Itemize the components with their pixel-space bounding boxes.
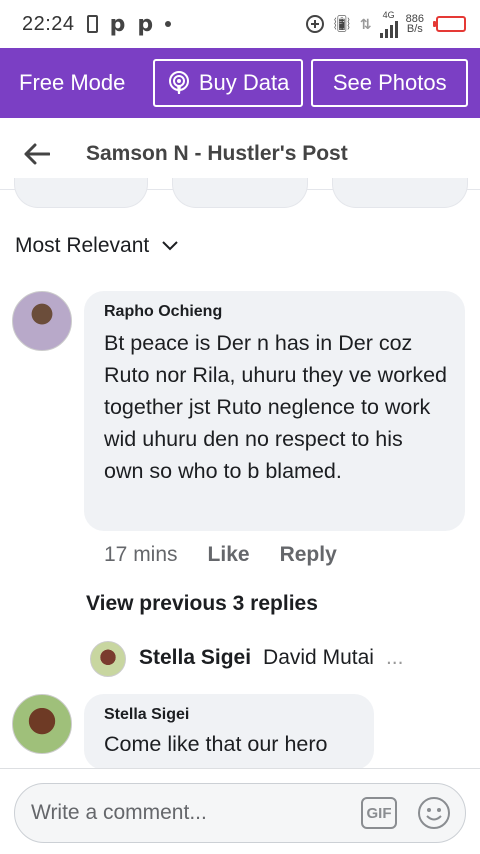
avatar[interactable] xyxy=(12,694,72,754)
status-system-icons: 📳︎ ⇅ 4G 886 B/s xyxy=(305,10,466,38)
signal-icon xyxy=(379,20,398,38)
status-time: 22:24 xyxy=(22,12,75,35)
gif-button[interactable]: GIF xyxy=(361,797,397,829)
comment-composer-bar: GIF xyxy=(0,768,480,854)
comment-text: Come like that our hero xyxy=(104,732,328,756)
status-notification-icons: p p xyxy=(86,11,172,37)
battery-low-icon xyxy=(433,16,466,32)
network-type-label: 4G xyxy=(382,10,395,20)
see-photos-label: See Photos xyxy=(332,70,447,95)
broadcast-icon xyxy=(168,71,189,94)
reply-author: Stella Sigei xyxy=(139,646,252,669)
more-notifications-dot-icon xyxy=(165,21,172,27)
back-button[interactable] xyxy=(22,139,52,169)
comment-bubble[interactable]: Stella Sigei Come like that our hero xyxy=(84,694,374,770)
reply-button[interactable]: Reply xyxy=(280,543,337,567)
net-speed: 886 B/s xyxy=(406,14,424,35)
net-speed-unit: B/s xyxy=(406,23,423,35)
comment-author[interactable]: Rapho Ochieng xyxy=(104,303,447,321)
sort-selector[interactable]: Most Relevant xyxy=(15,234,179,258)
network-type: 4G xyxy=(379,10,398,38)
like-button[interactable]: Like xyxy=(208,543,250,567)
comment-input[interactable] xyxy=(31,801,361,825)
gif-label: GIF xyxy=(366,804,392,822)
data-saver-icon xyxy=(305,15,324,33)
app-p-icon: p xyxy=(137,11,154,37)
comment-actions: 17 mins Like Reply xyxy=(104,543,337,567)
reply-preview[interactable]: Stella Sigei David Mutai ... xyxy=(139,646,403,670)
share-post-button[interactable] xyxy=(332,178,468,208)
comment-text: Bt peace is Der n has in Der coz Ruto no… xyxy=(104,331,447,483)
view-previous-replies-link[interactable]: View previous 3 replies xyxy=(86,592,318,616)
reply-snippet: David Mutai xyxy=(263,646,374,669)
see-photos-button[interactable]: See Photos xyxy=(311,59,468,107)
comment-author[interactable]: Stella Sigei xyxy=(104,706,356,724)
comment-post-button[interactable] xyxy=(172,178,308,208)
chevron-down-icon xyxy=(162,241,178,251)
avatar[interactable] xyxy=(12,291,72,351)
buy-data-button[interactable]: Buy Data xyxy=(152,59,304,107)
back-arrow-icon xyxy=(24,143,50,164)
like-post-button[interactable] xyxy=(14,178,148,208)
app-p-icon: p xyxy=(109,11,126,37)
emoji-icon[interactable] xyxy=(417,796,451,830)
vibrate-icon: 📳︎ xyxy=(331,16,352,33)
comment-time: 17 mins xyxy=(104,543,178,566)
sort-label: Most Relevant xyxy=(15,234,150,257)
phone-outline-icon xyxy=(86,15,98,33)
comment-composer: GIF xyxy=(14,783,466,843)
free-mode-bar: Free Mode Buy Data See Photos xyxy=(0,48,480,118)
reply-ellipsis: ... xyxy=(385,646,404,669)
data-arrows-icon: ⇅ xyxy=(359,15,372,32)
page-title: Samson N - Hustler's Post xyxy=(86,141,348,165)
free-mode-label: Free Mode xyxy=(19,70,126,95)
comment-bubble[interactable]: Rapho Ochieng Bt peace is Der n has in D… xyxy=(84,291,465,531)
status-bar: 22:24 p p 📳︎ ⇅ 4G 886 B/s xyxy=(0,0,480,48)
avatar[interactable] xyxy=(90,641,126,677)
buy-data-label: Buy Data xyxy=(198,70,290,95)
